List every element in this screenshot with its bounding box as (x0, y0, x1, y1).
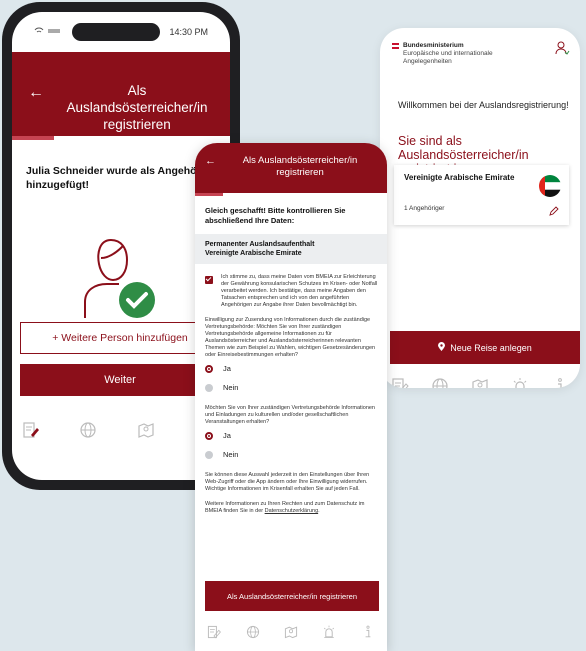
phone-center: ← Als Auslandsösterreicher/in registrier… (195, 143, 387, 651)
globe-icon[interactable] (245, 624, 261, 645)
profile-icon[interactable] (554, 40, 570, 59)
location-pin-icon (438, 342, 446, 353)
question-events: Möchten Sie von Ihrer zuständigen Vertre… (205, 405, 375, 425)
privacy-note: Weitere Informationen zu Ihren Rechten u… (195, 493, 387, 515)
uae-flag-icon (539, 175, 561, 197)
q2-yes-option[interactable]: Ja (195, 426, 387, 445)
settings-note: Sie können diese Auswahl jederzeit in de… (205, 472, 370, 492)
question-general-info: Einwilligung zur Zusendung von Informati… (205, 317, 376, 358)
consent-checkbox[interactable] (205, 276, 213, 284)
arrow-left-icon[interactable]: ← (205, 155, 216, 167)
map-icon[interactable] (283, 624, 299, 645)
status-icons (34, 27, 62, 37)
austria-flag-icon (392, 43, 399, 49)
brand-line3: Angelegenheiten (403, 58, 452, 65)
q2-yes-radio[interactable] (205, 431, 213, 440)
ministry-logo: Bundesministerium Europäische und intern… (380, 28, 580, 66)
dependents-count: 1 Angehöriger (404, 205, 445, 212)
country-name: Vereinigte Arabische Emirate (404, 173, 515, 182)
summary-country: Vereinigte Arabische Emirate (205, 250, 302, 257)
consent-row[interactable]: Ich stimme zu, dass meine Daten vom BMEI… (195, 264, 387, 309)
header-title: Als Auslandsösterreicher/in registrieren (242, 155, 358, 178)
edit-pencil-icon[interactable] (549, 203, 559, 221)
add-person-button[interactable]: + Weitere Person hinzufügen (20, 322, 220, 354)
register-icon[interactable] (21, 420, 41, 445)
privacy-note-suffix: . (318, 508, 320, 514)
tab-bar (195, 621, 387, 647)
q1-no-label: Nein (223, 383, 239, 392)
header-title: Als Auslandsösterreicher/in registrieren (66, 83, 208, 132)
register-icon[interactable] (206, 624, 222, 645)
globe-icon[interactable] (430, 376, 450, 388)
phone-right: Bundesministerium Europäische und intern… (380, 28, 580, 388)
tab-bar (380, 373, 580, 388)
q1-yes-radio[interactable] (205, 364, 213, 373)
q2-no-label: Nein (223, 450, 239, 459)
review-intro: Gleich geschafft! Bitte kontrollieren Si… (205, 206, 346, 225)
q2-yes-label: Ja (223, 431, 231, 440)
brand-line1: Bundesministerium (403, 42, 464, 49)
notch (71, 23, 160, 41)
status-time: 14:30 PM (169, 27, 208, 37)
register-submit-button[interactable]: Als Auslandsösterreicher/in registrieren (205, 581, 379, 611)
user-added-icon (71, 232, 171, 322)
q1-no-option[interactable]: Nein (195, 378, 387, 397)
q1-yes-label: Ja (223, 364, 231, 373)
q2-no-radio[interactable] (205, 450, 213, 459)
privacy-policy-link[interactable]: Datenschutzerklärung (265, 508, 319, 514)
summary-stay-type: Permanenter Auslandsaufenthalt (205, 241, 315, 248)
info-icon[interactable] (550, 376, 570, 388)
summary-box: Permanenter Auslandsaufenthalt Vereinigt… (195, 234, 387, 264)
consent-text: Ich stimme zu, dass meine Daten vom BMEI… (221, 274, 378, 308)
country-card[interactable]: Vereinigte Arabische Emirate 1 Angehörig… (394, 165, 569, 225)
new-trip-button[interactable]: Neue Reise anlegen (390, 331, 580, 364)
continue-button[interactable]: Weiter (20, 364, 220, 396)
status-bar: 14:30 PM (12, 12, 230, 52)
q1-no-radio[interactable] (205, 383, 213, 392)
info-icon[interactable] (360, 624, 376, 645)
q2-no-option[interactable]: Nein (195, 445, 387, 464)
globe-icon[interactable] (78, 420, 98, 445)
map-icon[interactable] (470, 376, 490, 388)
app-header: ← Als Auslandsösterreicher/in registrier… (12, 52, 230, 136)
q1-yes-option[interactable]: Ja (195, 359, 387, 378)
alarm-icon[interactable] (510, 376, 530, 388)
welcome-text: Willkommen bei der Auslandsregistrierung… (398, 100, 569, 110)
alarm-icon[interactable] (321, 624, 337, 645)
app-header: ← Als Auslandsösterreicher/in registrier… (195, 143, 387, 193)
map-icon[interactable] (136, 420, 156, 445)
brand-line2: Europäische und internationale (403, 50, 493, 57)
register-icon[interactable] (390, 376, 410, 388)
arrow-left-icon[interactable]: ← (28, 84, 44, 102)
new-trip-label: Neue Reise anlegen (450, 342, 532, 353)
